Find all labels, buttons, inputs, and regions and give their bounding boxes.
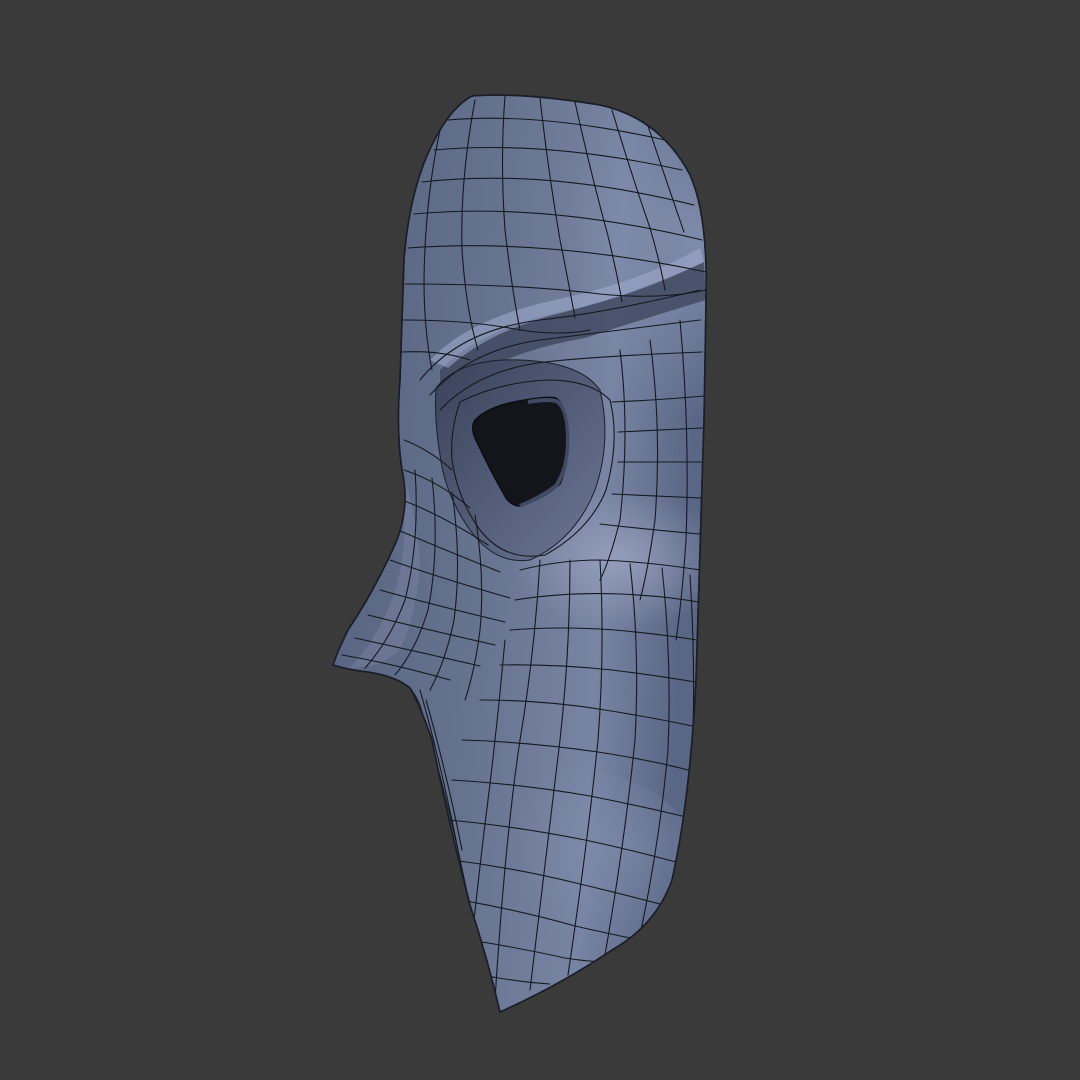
mask-model[interactable] <box>331 94 790 1014</box>
3d-viewport[interactable] <box>0 0 1080 1080</box>
jaw-highlight <box>445 770 705 990</box>
viewport-canvas[interactable] <box>0 0 1080 1080</box>
